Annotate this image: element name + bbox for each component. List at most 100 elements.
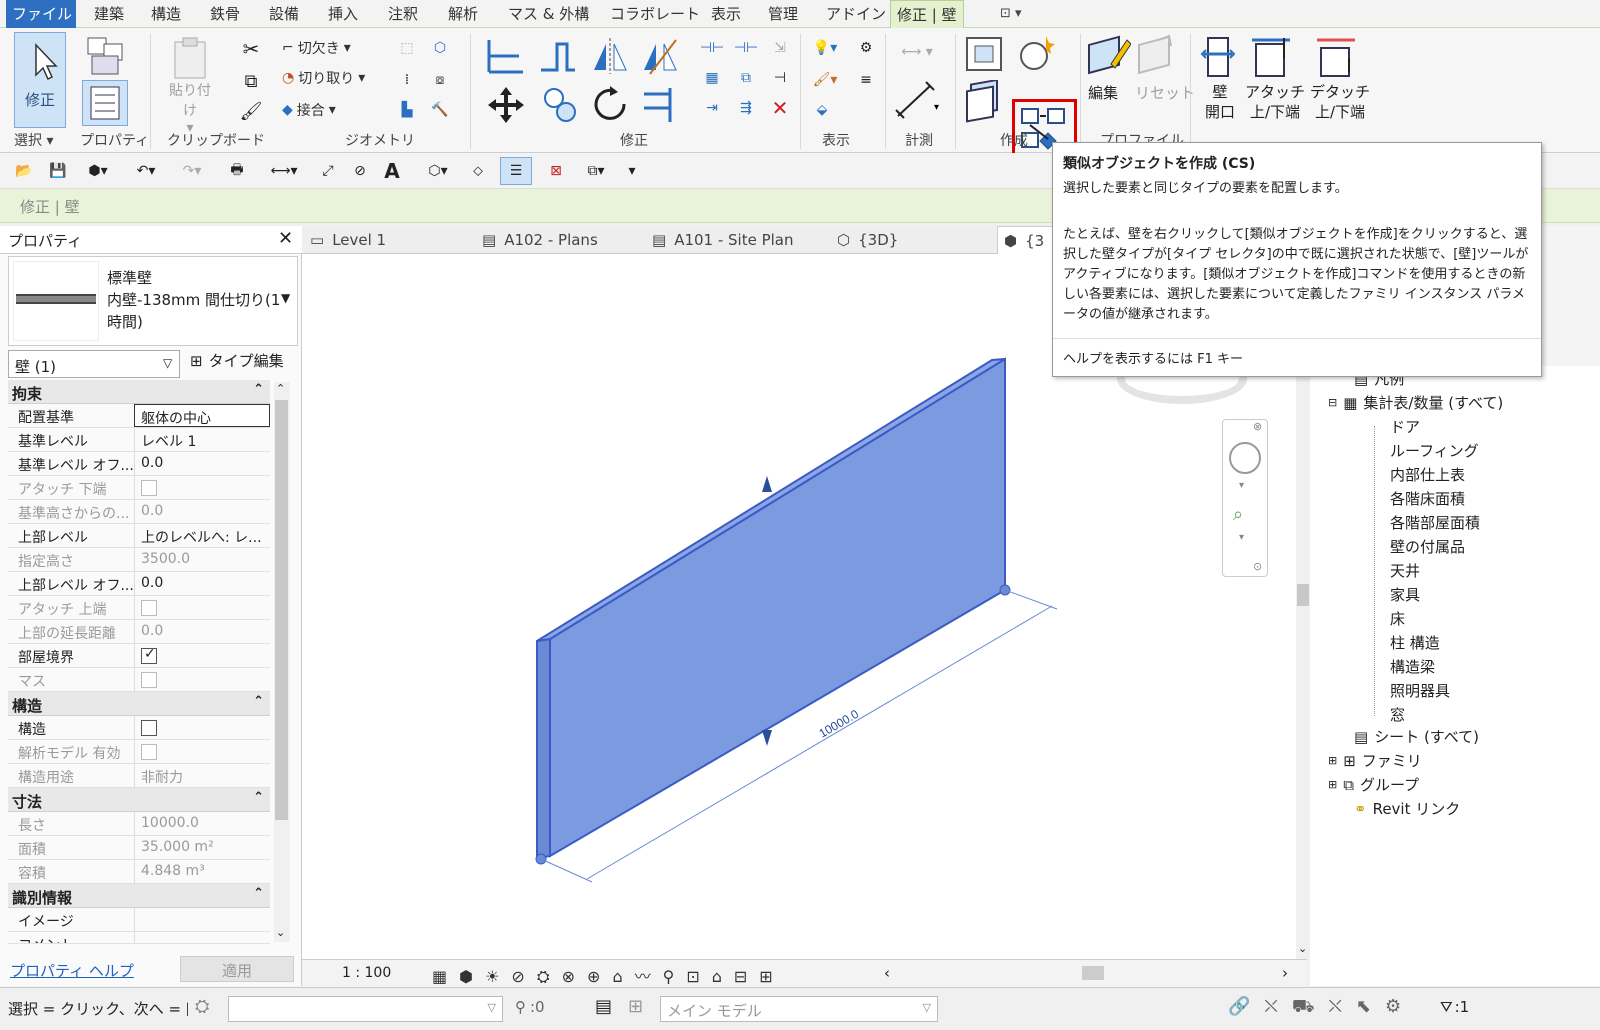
trim-single-icon[interactable]: ⇥ <box>700 96 724 120</box>
close-hidden-icon[interactable]: ⊠ <box>544 159 568 183</box>
split-face-icon[interactable]: ⁞ <box>395 68 419 92</box>
schedule-item[interactable]: 家具 <box>1390 584 1420 605</box>
hammer-icon[interactable]: 🔨 <box>428 98 452 122</box>
wall-joins-icon[interactable]: ⬡ <box>428 36 452 60</box>
prop-location-line[interactable]: 配置基準 躯体の中心 <box>8 404 270 428</box>
copy-icon[interactable]: ⧉ <box>238 68 264 94</box>
undo-icon[interactable]: ↶▾ <box>126 159 166 183</box>
section-dimensions[interactable]: 寸法 ⌃ <box>8 788 270 812</box>
schedule-item[interactable]: 各階床面積 <box>1390 488 1465 509</box>
prop-base-offset[interactable]: 基準レベル オフ... 0.0 <box>8 452 270 476</box>
text-icon[interactable]: A <box>380 159 404 183</box>
view-filter-icon[interactable]: ⬙ <box>808 98 836 122</box>
selected-wall[interactable] <box>549 357 1006 858</box>
split-gap-icon[interactable]: ⊣⊢ <box>734 36 758 60</box>
edit-profile-icon[interactable] <box>1085 34 1131 80</box>
family-type-icon[interactable] <box>82 34 128 78</box>
chevron-down-icon[interactable]: ▼ <box>281 291 290 305</box>
line-style-icon[interactable]: ≡ <box>852 68 880 92</box>
flip-arrow-icon[interactable] <box>762 730 772 746</box>
design-option-dropdown[interactable]: メイン モデル ▽ <box>660 996 938 1022</box>
schedule-item[interactable]: 窓 <box>1390 704 1405 725</box>
section-icon[interactable]: ⬦ <box>466 159 490 183</box>
default-3d-icon[interactable]: ⬡▾ <box>418 159 458 183</box>
tab-file[interactable]: ファイル <box>6 0 76 28</box>
room-bounding-checkbox[interactable]: ✓ <box>141 646 157 664</box>
select-panel-label[interactable]: 選択 ▾ <box>14 130 53 150</box>
prop-room-bounding[interactable]: 部屋境界 ✓ <box>8 644 270 668</box>
measure-qat-icon[interactable]: ⟷▾ <box>262 159 306 183</box>
dimension-qat-icon[interactable]: ⤢ <box>316 159 340 183</box>
array-icon[interactable]: ▦ <box>700 66 724 90</box>
schedule-item[interactable]: ルーフィング <box>1390 440 1479 461</box>
scale-icon[interactable]: ⧉ <box>734 66 758 90</box>
filter-count[interactable]: ⛛:1 <box>1440 998 1469 1016</box>
mirror-draw-axis-icon[interactable] <box>640 36 680 76</box>
override-graphics-icon[interactable]: ⚙ <box>852 36 880 60</box>
tab-a101-site-plan[interactable]: ▤ A101 - Site Plan <box>652 231 794 249</box>
align-icon[interactable] <box>483 36 528 76</box>
wall-opening-icon[interactable] <box>1200 34 1236 80</box>
paste-icon[interactable] <box>165 34 215 84</box>
cope-button[interactable]: ⌐ 切欠き ▾ <box>282 38 351 58</box>
sync-icon[interactable]: ⬢▾ <box>78 159 118 183</box>
apply-button[interactable]: 適用 <box>180 956 294 982</box>
unjoin-icon[interactable]: ⬚ <box>395 36 419 60</box>
print-icon[interactable]: 🖶 <box>224 159 250 183</box>
schedule-item[interactable]: 内部仕上表 <box>1390 464 1465 485</box>
hide-in-view-icon[interactable]: 💡▾ <box>808 36 842 60</box>
tab-massing-site[interactable]: マス & 外構 <box>502 0 595 28</box>
switch-windows-icon[interactable]: ⧉▾ <box>576 159 616 183</box>
section-constraints[interactable]: 拘束 ⌃ <box>8 380 270 404</box>
edit-type-button[interactable]: ⊞ タイプ編集 <box>190 350 284 371</box>
schedule-item[interactable]: 柱 構造 <box>1390 632 1440 653</box>
section-structure[interactable]: 構造 ⌃ <box>8 692 270 716</box>
tab-a102-plans[interactable]: ▤ A102 - Plans <box>482 231 598 249</box>
measure-distance-icon[interactable]: ⟷ ▾ <box>892 40 942 64</box>
tab-architecture[interactable]: 建築 <box>88 0 130 28</box>
scale-dropdown[interactable]: 1 : 100 <box>342 965 391 981</box>
create-parts-icon[interactable] <box>1010 34 1055 74</box>
prop-top-constraint[interactable]: 上部レベル 上のレベルへ: レ... <box>8 524 270 548</box>
schedule-item[interactable]: 各階部屋面積 <box>1390 512 1480 533</box>
chevron-down-icon[interactable]: ▾ <box>1239 532 1244 543</box>
horizontal-scroll-thumb[interactable] <box>1082 966 1104 980</box>
tab-structure[interactable]: 構造 <box>145 0 187 28</box>
prop-top-offset[interactable]: 上部レベル オフ... 0.0 <box>8 572 270 596</box>
offset-icon[interactable] <box>535 36 580 76</box>
properties-scrollbar[interactable]: ⌃ ⌄ <box>274 382 290 942</box>
linework-icon[interactable]: 🖌▾ <box>808 68 842 92</box>
schedule-item[interactable]: 壁の付属品 <box>1390 536 1465 557</box>
tab-collaborate[interactable]: コラボレート <box>604 0 706 28</box>
active-design-option-icon[interactable]: ⊞ <box>628 996 643 1017</box>
split-element-icon[interactable]: ⊣⊢ <box>700 36 724 60</box>
paint-icon[interactable]: ▙ <box>395 98 419 122</box>
selection-option-icons[interactable]: 🔗⛌⛟⛌⬉⚙ <box>1228 996 1415 1020</box>
ribbon-options-icon[interactable]: ⊡ ▾ <box>1000 6 1022 21</box>
rotate-icon[interactable] <box>590 84 632 126</box>
section-identity[interactable]: 識別情報 ⌃ <box>8 884 270 908</box>
qat-customize-icon[interactable]: ▾ <box>622 159 642 183</box>
prop-comments[interactable]: コメント <box>8 932 270 944</box>
aligned-dimension-icon[interactable]: ▾ <box>892 80 942 120</box>
tab-manage[interactable]: 管理 <box>762 0 804 28</box>
tag-icon[interactable]: ⊘ <box>348 159 372 183</box>
tab-annotate[interactable]: 注釈 <box>382 0 424 28</box>
detach-top-base-icon[interactable] <box>1315 34 1359 80</box>
tab-view[interactable]: 表示 <box>705 0 747 28</box>
demolish-icon[interactable]: ⧇ <box>428 68 452 92</box>
tab-steel[interactable]: 鉄骨 <box>204 0 246 28</box>
structural-checkbox[interactable] <box>141 720 157 736</box>
tab-level-1[interactable]: ▭ Level 1 <box>310 231 386 249</box>
reset-profile-icon[interactable] <box>1135 34 1181 80</box>
schedule-item[interactable]: 天井 <box>1390 560 1420 581</box>
properties-help-link[interactable]: プロパティ ヘルプ <box>10 960 134 981</box>
prop-base-constraint[interactable]: 基準レベル レベル 1 <box>8 428 270 452</box>
scroll-left-icon[interactable]: ‹ <box>884 964 890 982</box>
schedule-item[interactable]: 床 <box>1390 608 1405 629</box>
schedule-item[interactable]: ドア <box>1390 416 1420 437</box>
tree-sheets[interactable]: ▤ シート (すべて) <box>1354 726 1479 747</box>
delete-icon[interactable]: ✕ <box>768 96 792 120</box>
create-assembly-icon[interactable] <box>963 34 1005 74</box>
tree-groups[interactable]: ⊞ ⧉ グループ <box>1328 774 1419 795</box>
